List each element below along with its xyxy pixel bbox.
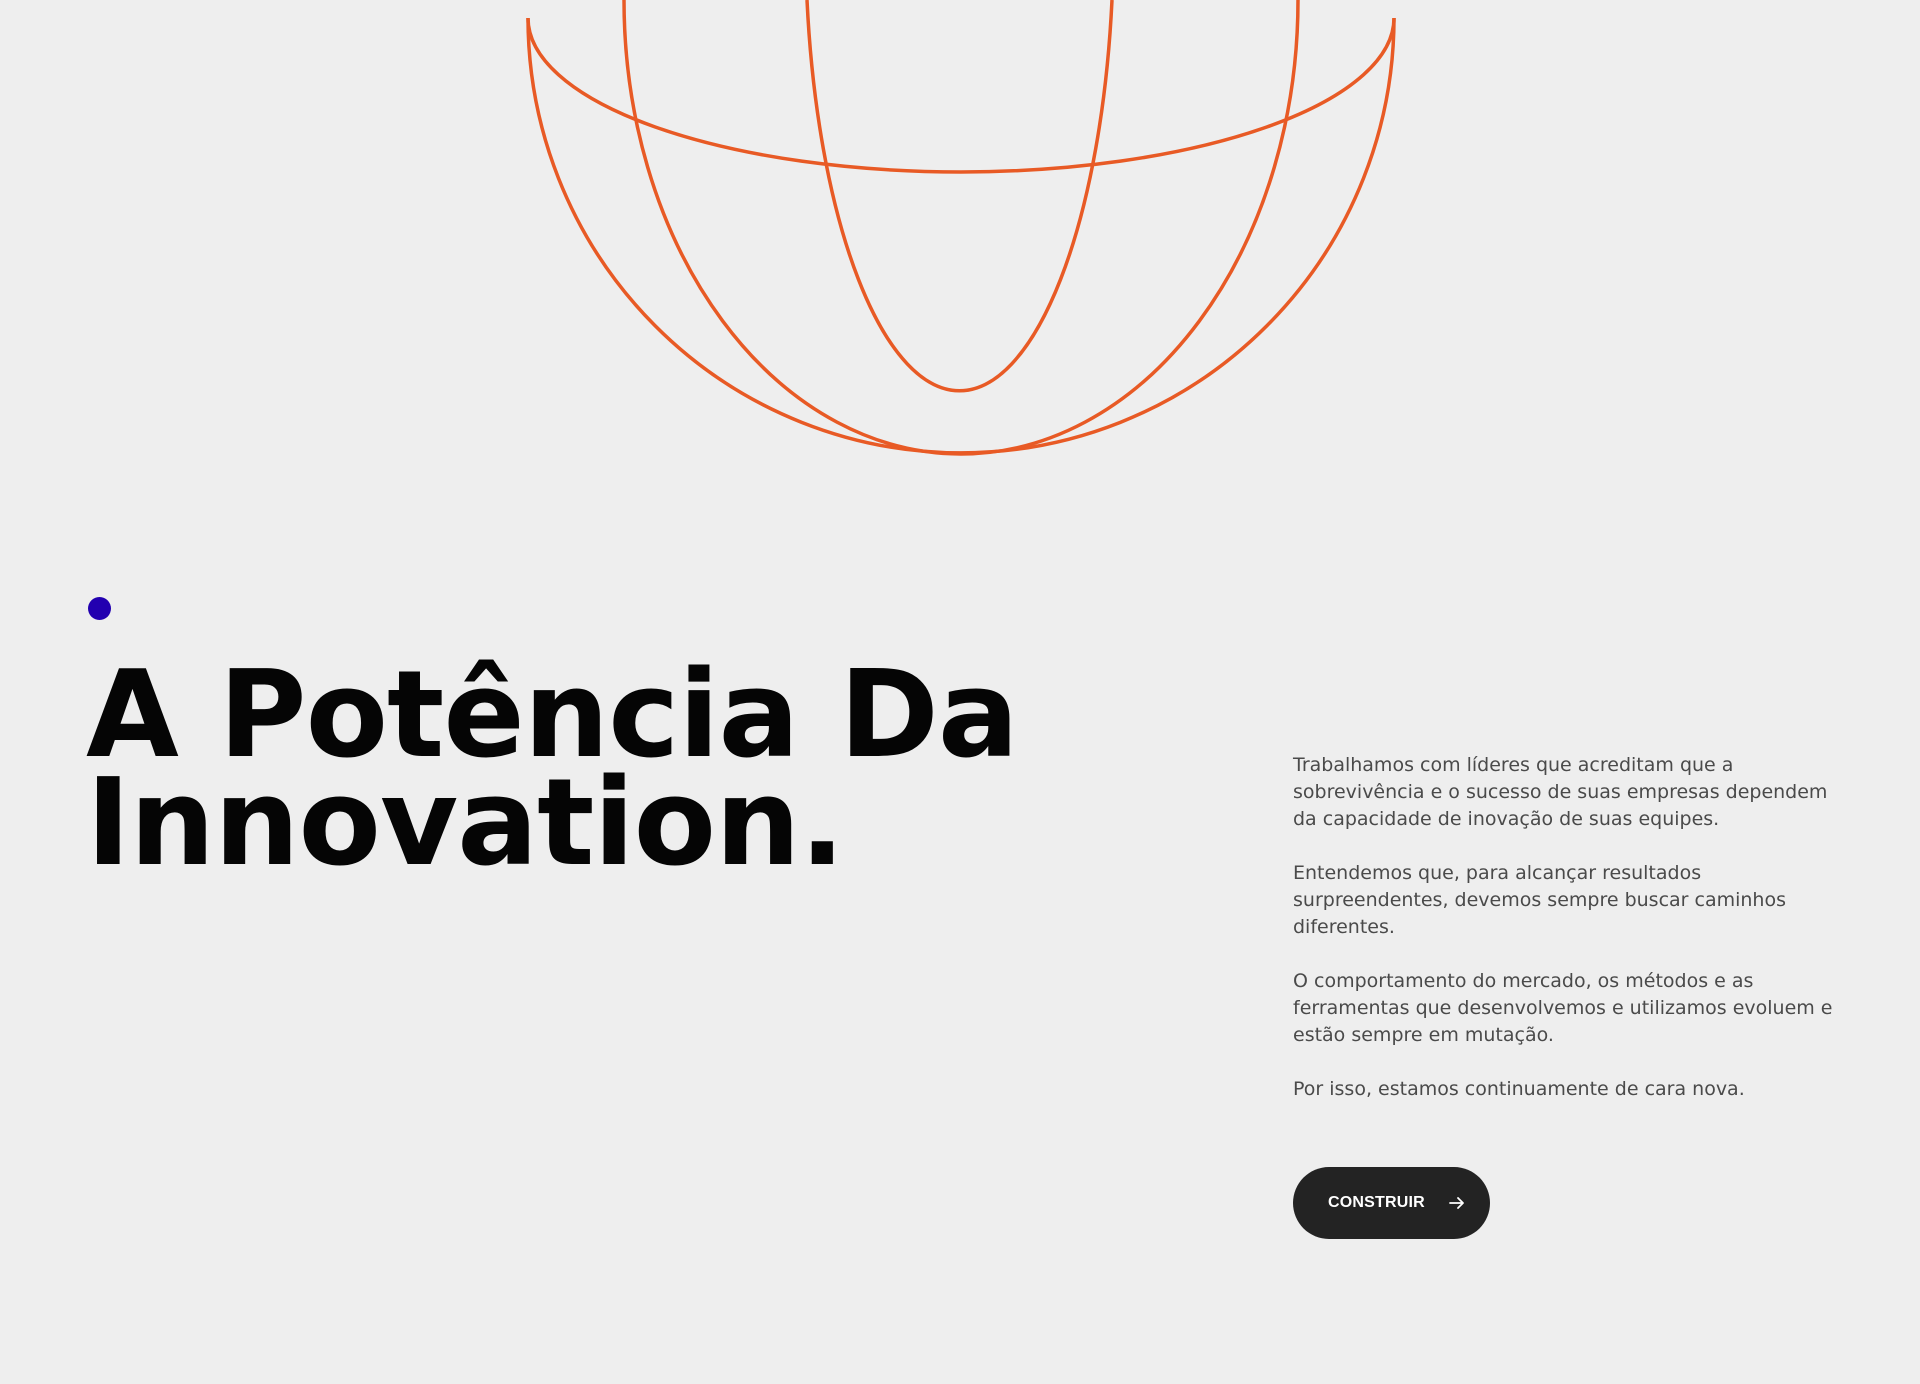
intro-paragraph-3: O comportamento do mercado, os métodos e… [1293,970,1833,1046]
intro-paragraph-2: Entendemos que, para alcançar resultados… [1293,862,1786,938]
construir-button-label: CONSTRUIR [1328,1194,1425,1211]
globe-outline [526,17,1396,455]
intro-paragraph-1: Trabalhamos com líderes que acreditam qu… [1293,754,1828,830]
intro-text: Trabalhamos com líderes que acreditam qu… [1293,752,1833,1130]
accent-dot [88,597,111,620]
page-title: A Potência Da Innovation. [86,656,1019,893]
intro-paragraph-4: Por isso, estamos continuamente de cara … [1293,1078,1745,1100]
globe-meridian-inner [805,0,1114,393]
globe-equator [526,17,1396,174]
arrow-right-icon [1449,1197,1464,1209]
headline-line-2: Innovation. [86,754,845,893]
globe-wireframe-icon [526,0,1396,456]
construir-button[interactable]: CONSTRUIR [1293,1167,1490,1239]
globe-meridian-outer [622,0,1300,456]
